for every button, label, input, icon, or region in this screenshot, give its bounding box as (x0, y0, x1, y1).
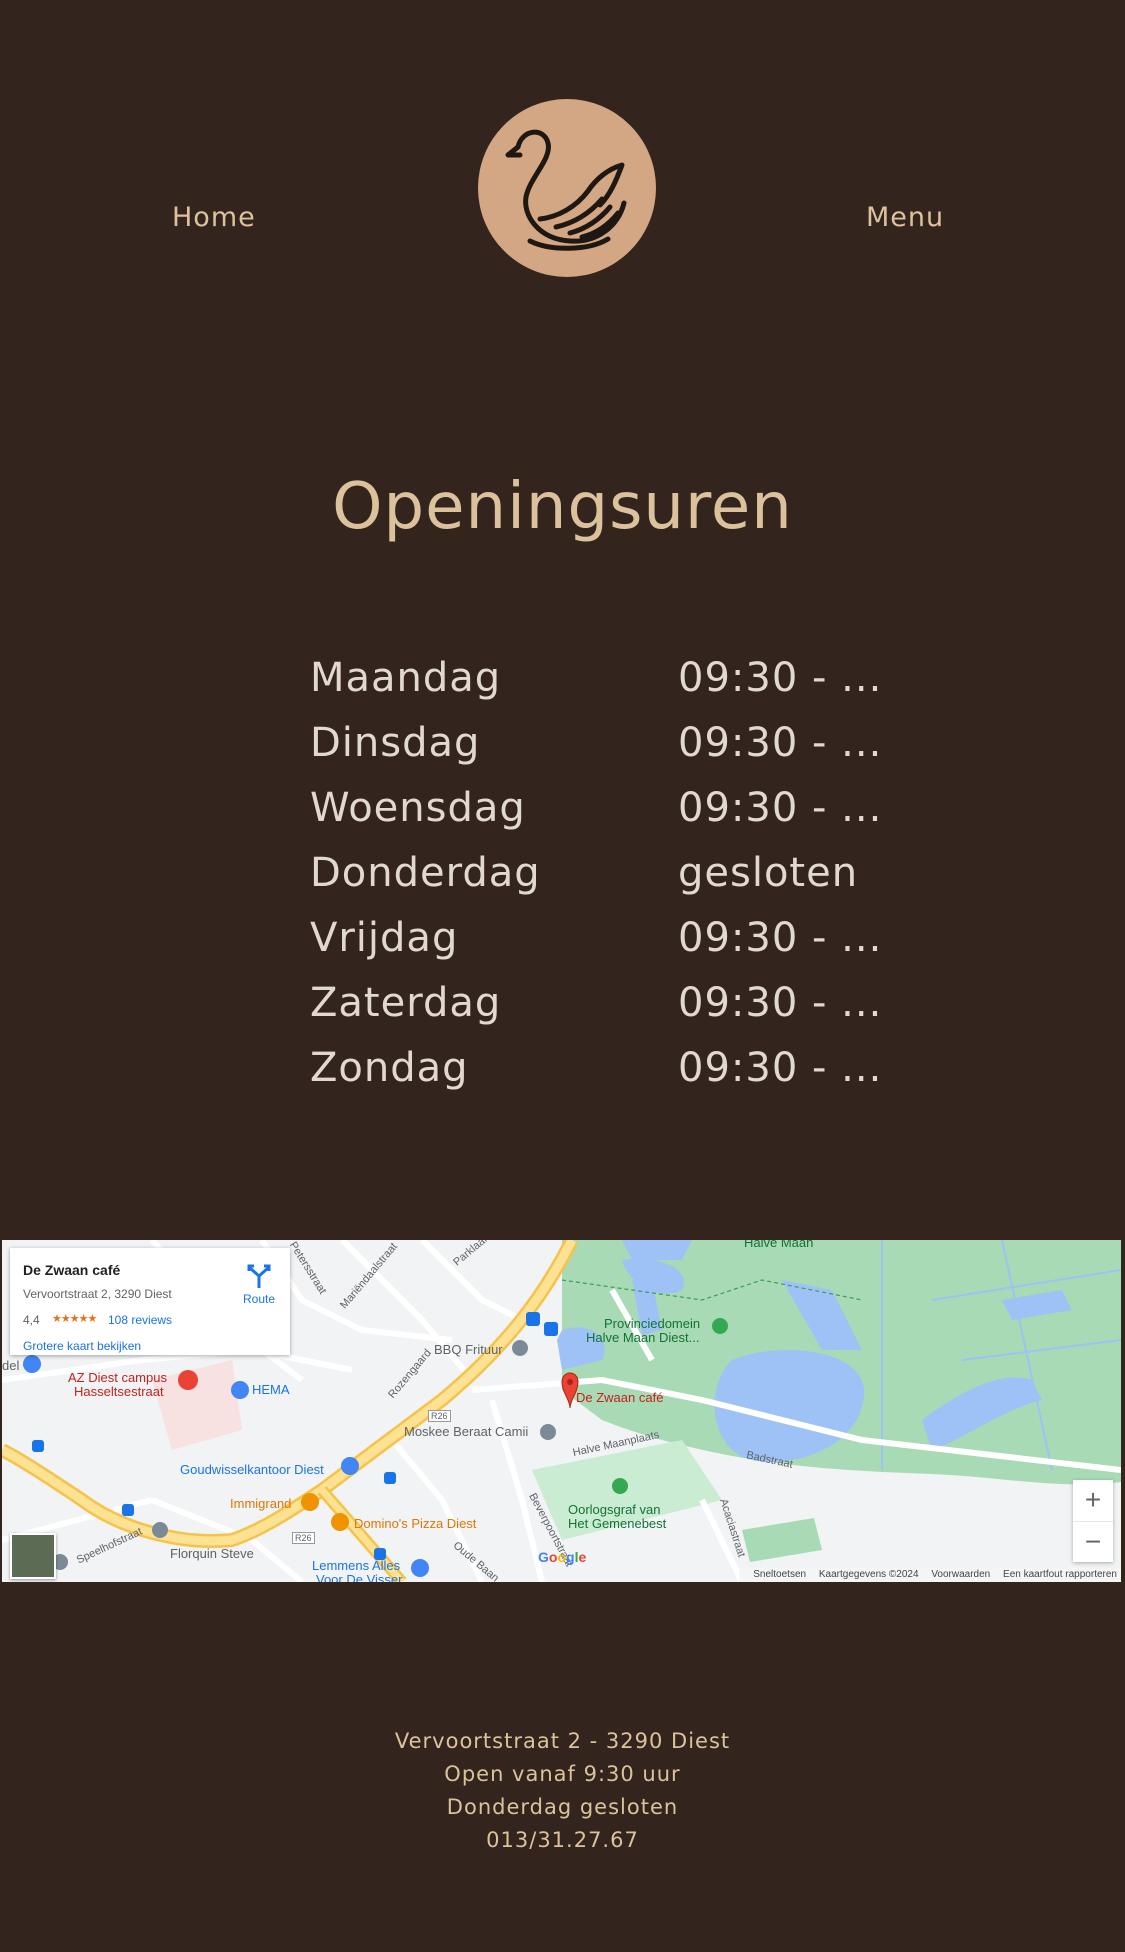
route-label: Route (242, 1292, 276, 1306)
map-label: Florquin Steve (170, 1546, 254, 1561)
map-label: Goudwisselkantoor Diest (180, 1462, 324, 1477)
map-label: HEMA (252, 1382, 290, 1397)
place-name: De Zwaan café (23, 1262, 121, 1278)
map-label: Immigrand (230, 1496, 292, 1511)
time-label: 09:30 - ... (678, 785, 883, 831)
hours-row-tuesday: Dinsdag 09:30 - ... (310, 720, 910, 785)
map-label: Provinciedomein (604, 1316, 701, 1331)
map-label: Halve Maan Diest... (586, 1330, 700, 1345)
place-rating: 4,4 (23, 1313, 40, 1327)
map-label: Lemmens Alles (312, 1558, 401, 1573)
logo[interactable] (478, 99, 656, 277)
zoom-controls: + − (1073, 1480, 1113, 1562)
time-label: 09:30 - ... (678, 915, 883, 961)
place-address: Vervoortstraat 2, 3290 Diest (23, 1287, 172, 1301)
footer-phone[interactable]: 013/31.27.67 (0, 1824, 1125, 1857)
map-label: Moskee Beraat Camii (404, 1424, 529, 1439)
map-label: Hasseltsestraat (74, 1384, 164, 1399)
map-label: R26 (428, 1410, 451, 1422)
reviews-link[interactable]: 108 reviews (108, 1313, 172, 1327)
map-label: AZ Diest campus (68, 1370, 167, 1385)
satellite-toggle[interactable] (10, 1533, 56, 1579)
directions-icon (247, 1264, 271, 1288)
map-label: Domino's Pizza Diest (354, 1516, 477, 1531)
map-attribution: Sneltoetsen Kaartgegevens ©2024 Voorwaar… (739, 1568, 1121, 1582)
map-label: BBQ Frituur (434, 1342, 503, 1357)
time-label: 09:30 - ... (678, 980, 883, 1026)
google-map[interactable]: De Zwaan café Provinciedomein Halve Maan… (2, 1240, 1121, 1582)
time-label: 09:30 - ... (678, 720, 883, 766)
day-label: Zondag (310, 1045, 469, 1091)
nav-menu-link[interactable]: Menu (866, 202, 944, 233)
day-label: Donderdag (310, 850, 541, 896)
map-label: Het Gemenebest (568, 1516, 667, 1531)
map-label: Voor De Visser (316, 1572, 403, 1582)
page-title: Openingsuren (332, 470, 793, 544)
day-label: Dinsdag (310, 720, 481, 766)
time-label: gesloten (678, 850, 859, 896)
footer-closed: Donderdag gesloten (446, 1795, 679, 1819)
hours-row-saturday: Zaterdag 09:30 - ... (310, 980, 910, 1045)
footer-opening: Open vanaf 9:30 uur (444, 1762, 681, 1786)
nav-home-link[interactable]: Home (172, 202, 256, 233)
report-error-link[interactable]: Een kaartfout rapporteren (1003, 1569, 1117, 1580)
hours-row-wednesday: Woensdag 09:30 - ... (310, 785, 910, 850)
zoom-out-button[interactable]: − (1073, 1522, 1113, 1563)
shortcuts-link[interactable]: Sneltoetsen (753, 1569, 806, 1580)
map-label: Oorlogsgraf van (568, 1502, 661, 1517)
map-label: del (2, 1358, 20, 1373)
zoom-in-button[interactable]: + (1073, 1480, 1113, 1522)
map-data-label: Kaartgegevens ©2024 (818, 1569, 919, 1580)
day-label: Maandag (310, 655, 502, 701)
day-label: Zaterdag (310, 980, 502, 1026)
time-label: 09:30 - ... (678, 655, 883, 701)
day-label: Vrijdag (310, 915, 459, 961)
footer-info: Vervoortstraat 2 - 3290 Diest Open vanaf… (0, 1725, 1125, 1857)
place-card: De Zwaan café Vervoortstraat 2, 3290 Die… (10, 1248, 290, 1355)
google-logo: Google (538, 1549, 587, 1565)
hours-row-monday: Maandag 09:30 - ... (310, 655, 910, 720)
day-label: Woensdag (310, 785, 526, 831)
route-button[interactable]: Route (238, 1260, 280, 1310)
larger-map-link[interactable]: Grotere kaart bekijken (23, 1339, 141, 1353)
swan-icon (505, 129, 627, 251)
footer-address: Vervoortstraat 2 - 3290 Diest (394, 1729, 731, 1753)
time-label: 09:30 - ... (678, 1045, 883, 1091)
star-rating-icon: ★★★★★ (52, 1313, 97, 1325)
hours-row-thursday: Donderdag gesloten (310, 850, 910, 915)
map-label: De Zwaan café (576, 1390, 664, 1405)
terms-link[interactable]: Voorwaarden (931, 1569, 990, 1580)
hours-row-friday: Vrijdag 09:30 - ... (310, 915, 910, 980)
hours-row-sunday: Zondag 09:30 - ... (310, 1045, 910, 1110)
map-label: Halve Maan (744, 1240, 814, 1250)
map-label: R26 (292, 1532, 315, 1544)
opening-hours-list: Maandag 09:30 - ... Dinsdag 09:30 - ... … (310, 655, 910, 1110)
